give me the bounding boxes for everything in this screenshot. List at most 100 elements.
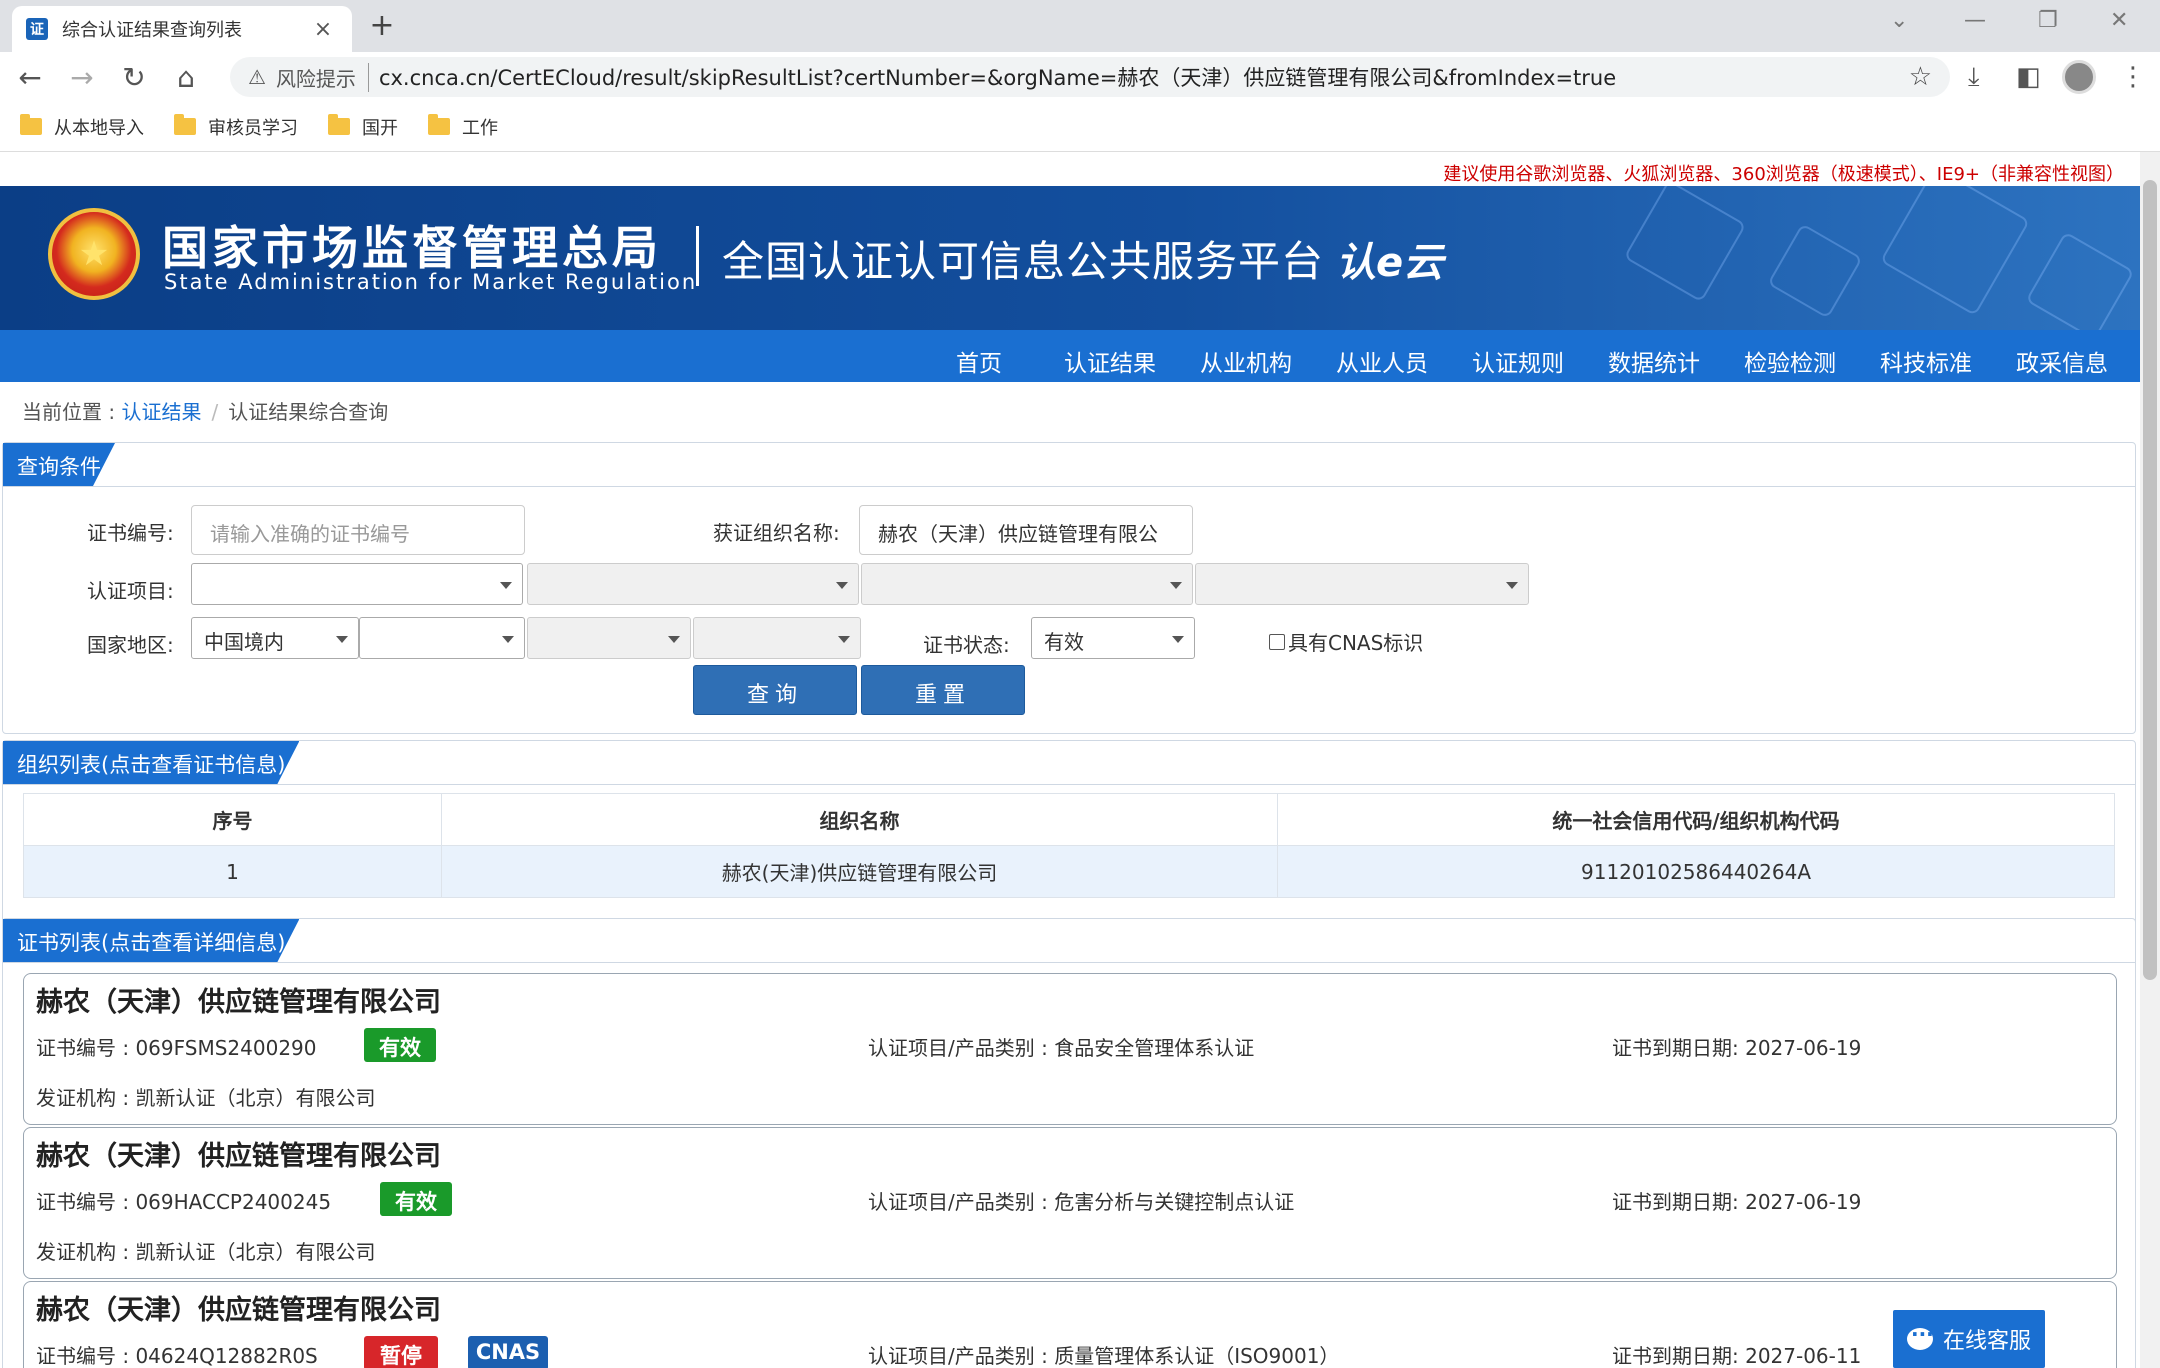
bookmark-item[interactable]: 国开 [328,114,398,140]
warning-icon[interactable]: ⚠ [248,65,266,89]
page-content: 建议使用谷歌浏览器、火狐浏览器、360浏览器（极速模式）、IE9+（非兼容性视图… [0,152,2140,1368]
row-index[interactable]: 1 [23,845,442,898]
reload-icon[interactable]: ↻ [112,57,156,97]
folder-icon [174,114,196,135]
minimize-icon[interactable]: — [1964,8,1986,33]
breadcrumb-separator: / [211,400,219,424]
row-org-name[interactable]: 赫农(天津)供应链管理有限公司 [441,845,1278,898]
cert-list-title: 证书列表(点击查看详细信息) [3,919,299,962]
side-panel-icon[interactable]: ◧ [2016,62,2041,92]
query-panel: 查询条件 证书编号: 请输入准确的证书编号 获证组织名称: 赫农（天津）供应链管… [2,442,2136,734]
cert-card[interactable]: 赫农（天津）供应链管理有限公司 证书编号 : 069FSMS2400290 有效… [23,973,2117,1125]
platform-title: 全国认证认可信息公共服务平台 [722,237,1325,286]
cert-issuer: 发证机构 : 凯新认证（北京）有限公司 [36,1240,376,1264]
project-select-3[interactable] [861,563,1193,605]
scrollbar-thumb[interactable] [2143,180,2157,980]
decor-hex [1767,223,1863,319]
breadcrumb-current: 认证结果综合查询 [228,400,389,424]
city-select[interactable] [527,617,691,659]
renyun-logo: 认e云 [1336,240,1444,286]
cnas-checkbox[interactable]: 具有CNAS标识 [1269,627,1423,656]
status-select[interactable]: 有效 [1031,617,1195,659]
home-icon[interactable]: ⌂ [164,57,208,97]
bookmark-item[interactable]: 工作 [428,114,498,140]
status-label: 证书状态: [923,633,1010,657]
cert-no-input[interactable]: 请输入准确的证书编号 [191,505,525,555]
nav-cert-results[interactable]: 认证结果 [1042,330,1178,382]
national-emblem-icon: ★ [48,208,140,300]
cert-expire-date: 证书到期日期: 2027-06-19 [1612,1036,1862,1060]
cert-card[interactable]: 赫农（天津）供应链管理有限公司 证书编号 : 069HACCP2400245 有… [23,1127,2117,1279]
nav-rules[interactable]: 认证规则 [1450,330,1586,382]
project-select-1[interactable] [191,563,523,605]
favicon-icon: 证 [26,18,48,40]
bookmark-label: 审核员学习 [208,117,298,139]
breadcrumb: 当前位置 : 认证结果 / 认证结果综合查询 [0,382,2140,434]
bookmark-item[interactable]: 审核员学习 [174,114,298,140]
cert-number: 证书编号 : 069FSMS2400290 [36,1036,317,1060]
site-banner: ★ 国家市场监督管理总局 State Administration for Ma… [0,186,2140,330]
row-credit-code[interactable]: 91120102586440264A [1277,845,2115,898]
risk-label[interactable]: 风险提示 [276,62,369,92]
bookmark-item[interactable]: 从本地导入 [20,114,144,140]
cert-no-label: 证书编号: [87,521,174,545]
cert-card[interactable]: 赫农（天津）供应链管理有限公司 证书编号 : 04624Q12882R0S 暂停… [23,1281,2117,1368]
district-select[interactable] [693,617,861,659]
new-tab-icon[interactable]: + [364,8,400,43]
cert-issuer: 发证机构 : 凯新认证（北京）有限公司 [36,1086,376,1110]
nav-inspection[interactable]: 检验检测 [1722,330,1858,382]
org-name-en: State Administration for Market Regulati… [164,270,698,294]
close-window-icon[interactable]: ✕ [2110,8,2128,33]
col-credit-code: 统一社会信用代码/组织机构代码 [1277,793,2115,846]
region-select[interactable]: 中国境内 [191,617,359,659]
bookmark-star-icon[interactable]: ☆ [1909,62,1932,92]
nav-statistics[interactable]: 数据统计 [1586,330,1722,382]
nav-procurement[interactable]: 政采信息 [1994,330,2130,382]
online-service-button[interactable]: 在线客服 [1893,1310,2045,1368]
nav-home[interactable]: 首页 [934,330,1042,382]
project-select-2[interactable] [527,563,859,605]
cert-list-panel: 证书列表(点击查看详细信息) 赫农（天津）供应链管理有限公司 证书编号 : 06… [2,918,2136,1368]
project-select-4[interactable] [1195,563,1529,605]
org-table: 序号 组织名称 统一社会信用代码/组织机构代码 1 赫农(天津)供应链管理有限公… [23,793,2115,898]
project-label: 认证项目: [87,579,174,603]
tab-search-icon[interactable]: ⌄ [1890,8,1908,33]
cnas-badge: CNAS [468,1336,548,1368]
url-text[interactable]: cx.cnca.cn/CertECloud/result/skipResultL… [379,62,1909,92]
banner-divider [696,226,699,286]
checkbox-box[interactable] [1269,633,1285,650]
bookmarks-bar: 从本地导入 审核员学习 国开 工作 [0,102,2160,152]
table-row[interactable]: 1 赫农(天津)供应链管理有限公司 91120102586440264A [23,845,2115,898]
reset-button[interactable]: 重置 [861,665,1025,715]
org-name-input[interactable]: 赫农（天津）供应链管理有限公 [859,505,1193,555]
download-icon[interactable]: ⤓ [1968,62,1980,93]
profile-avatar[interactable] [2062,60,2096,94]
org-list-title: 组织列表(点击查看证书信息) [3,741,299,784]
page-scrollbar[interactable] [2140,152,2160,1368]
close-tab-icon[interactable]: × [308,17,338,42]
search-button[interactable]: 查询 [693,665,857,715]
restore-icon[interactable]: ❐ [2038,8,2058,33]
region-label: 国家地区: [87,633,174,657]
nav-standards[interactable]: 科技标准 [1858,330,1994,382]
menu-dots-icon[interactable]: ⋮ [2120,62,2146,92]
decor-hex [2025,231,2135,330]
org-list-header: 组织列表(点击查看证书信息) [3,741,2135,785]
col-org-name: 组织名称 [441,793,1278,846]
province-select[interactable] [359,617,525,659]
address-bar[interactable]: ⚠ 风险提示 cx.cnca.cn/CertECloud/result/skip… [230,57,1950,97]
folder-icon [20,114,42,135]
back-icon[interactable]: ← [8,57,52,97]
cert-org-name[interactable]: 赫农（天津）供应链管理有限公司 [36,980,441,1019]
cert-org-name[interactable]: 赫农（天津）供应链管理有限公司 [36,1288,441,1327]
breadcrumb-link[interactable]: 认证结果 [121,400,201,424]
cert-org-name[interactable]: 赫农（天津）供应链管理有限公司 [36,1134,441,1173]
bookmark-label: 从本地导入 [54,117,144,139]
col-index: 序号 [23,793,442,846]
nav-personnel[interactable]: 从业人员 [1314,330,1450,382]
nav-institutions[interactable]: 从业机构 [1178,330,1314,382]
browser-tab-strip: 证 综合认证结果查询列表 × + ⌄ — ❐ ✕ [0,0,2160,52]
browser-tab[interactable]: 证 综合认证结果查询列表 × [12,6,352,52]
forward-icon[interactable]: → [60,57,104,97]
chat-bubble-icon [1906,1322,1934,1350]
